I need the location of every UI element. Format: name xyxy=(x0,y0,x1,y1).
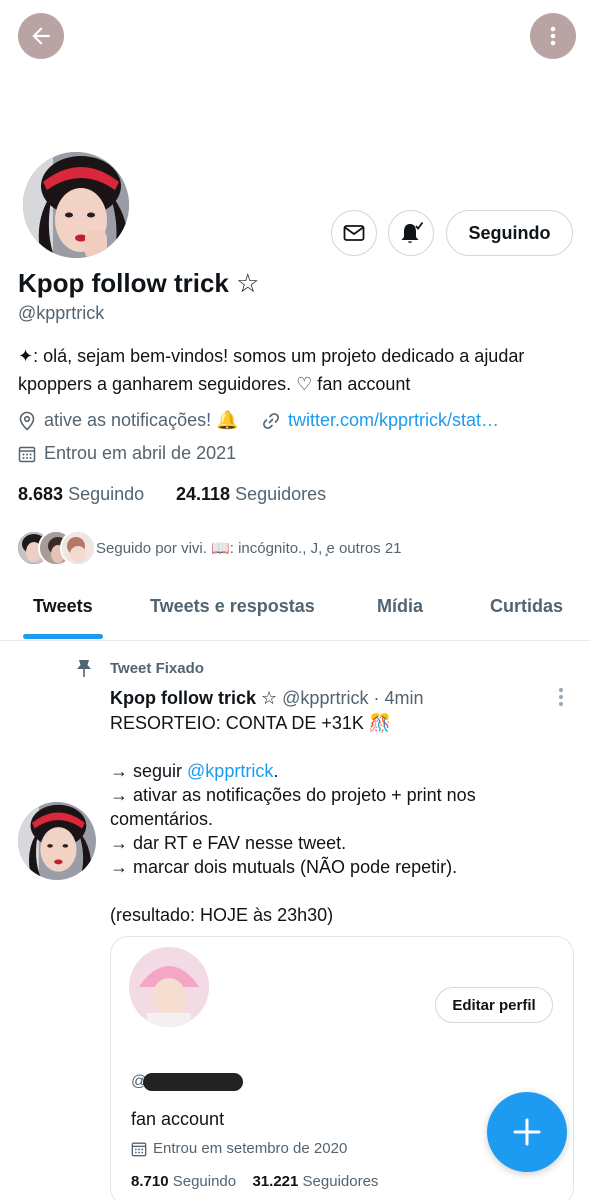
embedded-bio: fan account xyxy=(131,1109,225,1129)
profile-name-row: Kpop follow trick ☆ xyxy=(18,268,259,299)
profile-avatar[interactable] xyxy=(20,149,132,261)
arrow-left-icon xyxy=(32,27,50,45)
vertical-dots-icon xyxy=(550,26,556,46)
followed-by-text[interactable]: Seguido por vivi. 📖: incógnito., J, ̧e o… xyxy=(96,539,402,557)
tweet-text-line: → seguir @kpprtrick. xyxy=(110,759,476,783)
tweet-text-line: comentários. xyxy=(110,809,214,829)
website-link[interactable]: twitter.com/kpprtrick/stat… xyxy=(288,410,499,431)
redacted-handle xyxy=(143,1073,244,1091)
following-stat[interactable]: 8.683 Seguindo xyxy=(18,484,144,505)
tweet-author[interactable]: Kpop follow trick ☆ xyxy=(110,688,277,708)
location-text: ative as notificações! 🔔 xyxy=(44,410,239,430)
tab-tweets[interactable]: Tweets xyxy=(33,596,93,617)
joined-text: Entrou em abril de 2021 xyxy=(44,443,237,463)
embedded-followers-count: 31.221 xyxy=(252,1173,299,1190)
embedded-joined-text: Entrou em setembro de 2020 xyxy=(153,1140,348,1157)
tab-media[interactable]: Mídia xyxy=(377,596,423,617)
pinned-label: Tweet Fixado xyxy=(110,660,204,677)
notifications-button[interactable] xyxy=(388,210,434,256)
tweet-text-segment: . xyxy=(273,761,279,781)
bio-line: kpoppers a ganharem seguidores. ♡ fan ac… xyxy=(18,374,411,394)
followers-label: Seguidores xyxy=(235,484,327,504)
embedded-handle: @ xyxy=(131,1073,244,1091)
tweet-header: Kpop follow trick ☆ @kpprtrick · 4min xyxy=(110,688,423,709)
link-icon xyxy=(263,412,279,429)
envelope-icon xyxy=(343,225,365,241)
following-label: Seguindo xyxy=(68,484,145,504)
tweet-text-segment: → seguir xyxy=(110,761,188,781)
tab-tweets-and-replies[interactable]: Tweets e respostas xyxy=(150,596,315,617)
following-button[interactable]: Seguindo xyxy=(446,210,573,256)
tweet-text-line: (resultado: HOJE às 23h30) xyxy=(110,905,334,925)
profile-handle: @kpprtrick xyxy=(18,303,105,323)
bio-line: ✦: olá, sejam bem-vindos! somos um proje… xyxy=(18,346,525,366)
tab-likes[interactable]: Curtidas xyxy=(490,596,563,617)
embedded-avatar xyxy=(129,947,209,1027)
profile-website[interactable]: twitter.com/kpprtrick/stat… xyxy=(262,410,499,431)
profile-name: Kpop follow trick xyxy=(18,268,229,298)
tweet-more-icon[interactable] xyxy=(556,686,566,708)
tabs-divider xyxy=(0,640,590,641)
tweet-text-line: → ativar as notificações do projeto + pr… xyxy=(110,785,476,805)
followed-by-avatars[interactable] xyxy=(16,530,96,566)
tweet-time: · 4min xyxy=(373,688,424,708)
embedded-stats: 8.710 Seguindo 31.221 Seguidores xyxy=(131,1173,378,1190)
star-symbol: ☆ xyxy=(236,268,260,298)
profile-joined: Entrou em abril de 2021 xyxy=(18,443,236,464)
embedded-following-label: Seguindo xyxy=(172,1173,237,1190)
plus-icon xyxy=(513,1118,541,1146)
edit-profile-button[interactable]: Editar perfil xyxy=(435,987,553,1023)
following-count: 8.683 xyxy=(18,484,64,504)
calendar-icon xyxy=(131,1142,147,1156)
back-button[interactable] xyxy=(18,13,64,59)
tweet-body: RESORTEIO: CONTA DE +31K 🎊 → seguir @kpp… xyxy=(110,711,476,927)
message-button[interactable] xyxy=(331,210,377,256)
tweet-text-line: RESORTEIO: CONTA DE +31K 🎊 xyxy=(110,713,392,733)
embedded-following-count: 8.710 xyxy=(131,1173,169,1190)
calendar-icon xyxy=(18,446,36,462)
tweet-text-line: → dar RT e FAV nesse tweet. xyxy=(110,833,347,853)
avatar-photo xyxy=(23,152,129,258)
embedded-joined: Entrou em setembro de 2020 xyxy=(131,1140,347,1157)
compose-tweet-button[interactable] xyxy=(487,1092,567,1172)
tweet-text-line: → marcar dois mutuals (NÃO pode repetir)… xyxy=(110,857,458,877)
location-pin-icon xyxy=(19,411,35,431)
pin-icon xyxy=(77,660,91,677)
followers-stat[interactable]: 24.118 Seguidores xyxy=(176,484,326,505)
active-tab-indicator xyxy=(23,634,103,639)
profile-location: ative as notificações! 🔔 xyxy=(18,410,239,431)
embedded-followers-label: Seguidores xyxy=(302,1173,379,1190)
bell-check-icon xyxy=(401,221,424,243)
profile-bio: ✦: olá, sejam bem-vindos! somos um proje… xyxy=(18,342,524,398)
tweet-avatar[interactable] xyxy=(18,802,96,880)
mutual-avatar xyxy=(60,530,96,566)
followers-count: 24.118 xyxy=(176,484,231,504)
tweet-mention-link[interactable]: @kpprtrick xyxy=(187,761,273,781)
tweet-handle[interactable]: @kpprtrick xyxy=(282,688,368,708)
more-options-button[interactable] xyxy=(530,13,576,59)
